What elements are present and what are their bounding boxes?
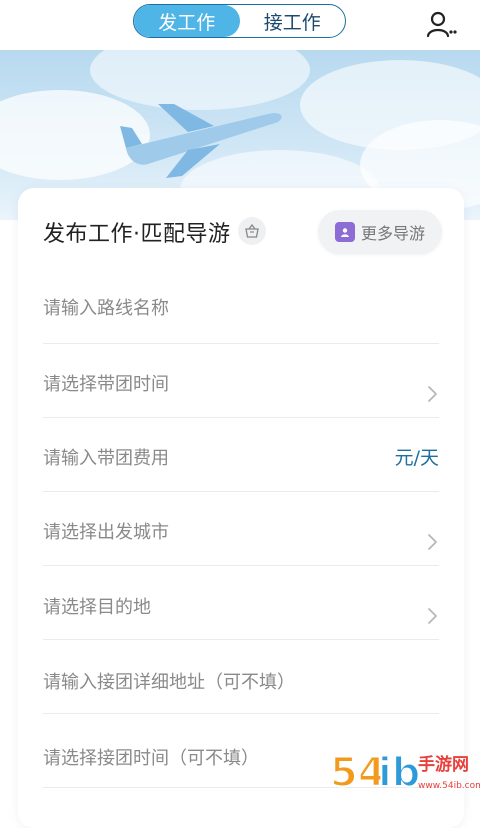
lead-fee-placeholder: 请输入带团费用 — [43, 448, 169, 469]
airplane-icon — [120, 104, 282, 178]
top-bar: 发工作 接工作 — [0, 0, 480, 50]
route-name-placeholder: 请输入路线名称 — [43, 298, 169, 319]
basket-icon[interactable] — [238, 217, 266, 245]
departure-city-select[interactable]: 请选择出发城市 — [43, 492, 439, 566]
lead-time-placeholder: 请选择带团时间 — [43, 374, 169, 395]
departure-city-placeholder: 请选择出发城市 — [43, 522, 169, 543]
pickup-address-placeholder: 请输入接团详细地址（可不填） — [43, 672, 295, 693]
card-title: 发布工作·匹配导游 — [43, 222, 231, 247]
svg-text:www.54ib.com: www.54ib.com — [418, 781, 480, 791]
destination-placeholder: 请选择目的地 — [43, 597, 151, 618]
lead-time-select[interactable]: 请选择带团时间 — [43, 344, 439, 418]
chevron-right-icon — [428, 534, 437, 550]
pickup-time-placeholder: 请选择接团时间（可不填） — [43, 748, 259, 769]
route-name-field[interactable]: 请输入路线名称 — [43, 270, 439, 344]
tab-post-work[interactable]: 发工作 — [134, 5, 240, 37]
tab-take-work[interactable]: 接工作 — [240, 5, 346, 37]
post-work-card: 发布工作·匹配导游 更多导游 请输入路线名称 请选择带团时间 请输入带团费用 元… — [18, 188, 464, 828]
user-search-icon[interactable] — [426, 10, 458, 38]
work-mode-switch: 发工作 接工作 — [133, 4, 346, 38]
pickup-address-field[interactable]: 请输入接团详细地址（可不填） — [43, 640, 439, 714]
fee-unit-label: 元/天 — [394, 447, 439, 469]
more-guides-button[interactable]: 更多导游 — [318, 210, 442, 254]
lead-fee-field[interactable]: 请输入带团费用 元/天 — [43, 418, 439, 492]
destination-select[interactable]: 请选择目的地 — [43, 566, 439, 640]
chevron-right-icon — [428, 608, 437, 624]
svg-text:ib: ib — [378, 750, 420, 796]
chevron-right-icon — [428, 386, 437, 402]
site-watermark-logo: 54 ib 手游网 www.54ib.com — [330, 749, 480, 797]
svg-text:手游网: 手游网 — [418, 754, 469, 775]
guide-badge-icon — [334, 222, 355, 242]
more-guides-label: 更多导游 — [360, 224, 425, 243]
